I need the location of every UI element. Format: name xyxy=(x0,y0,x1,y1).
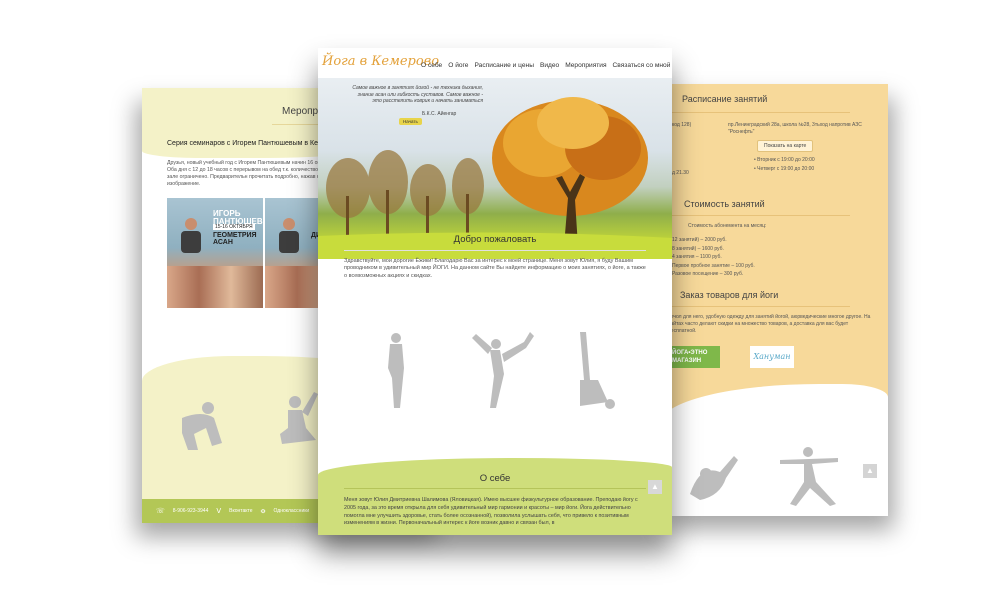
hanuman-shop-logo[interactable]: Хануман xyxy=(750,346,794,368)
price-item: Разовое посещение – 300 руб. xyxy=(672,271,744,277)
address-text: пр.Ленинградский 28а, школа №28, 3тьход … xyxy=(728,122,862,135)
start-button[interactable]: Начать xyxy=(399,118,422,125)
cost-heading: Стоимость абонемента на месяц: xyxy=(688,223,767,229)
time-fragment: д 21.30 xyxy=(672,170,689,176)
schedule-item: • Четверг с 19:00 до 20:00 xyxy=(754,166,815,172)
menu-item-schedule[interactable]: Расписание и цены xyxy=(474,62,533,69)
section-title-shop: Заказ товаров для йоги xyxy=(680,290,779,300)
center-page-preview: Йога в Кемерово О себе О йоге Расписание… xyxy=(318,48,672,535)
seminar-description: Друзья, новый учебный год с Игорем Пантю… xyxy=(167,160,336,187)
footer-ok-link[interactable]: Одноклассники xyxy=(274,508,310,514)
poster-subject: ГЕОМЕТРИЯ АСАН xyxy=(213,232,257,246)
main-menu: О себе О йоге Расписание и цены Видео Ме… xyxy=(421,62,670,69)
yoga-pose-crow-icon xyxy=(182,402,222,450)
address-fragment: код 128) xyxy=(672,122,692,128)
divider xyxy=(660,112,850,113)
shop-description: нечол для него, удобную одежду для занят… xyxy=(668,314,871,334)
teacher-photo-icon xyxy=(181,218,201,253)
divider xyxy=(344,250,646,251)
welcome-text: Здравствуйте, мои дорогие Ёжики! Благода… xyxy=(344,258,646,279)
section-title-cost: Стоимость занятий xyxy=(684,199,765,209)
footer-vk-link[interactable]: Вконтакте xyxy=(229,508,252,514)
price-item: 8 занятий) – 1600 руб. xyxy=(672,245,724,252)
menu-item-about-yoga[interactable]: О йоге xyxy=(448,62,468,69)
section-title-schedule: Расписание занятий xyxy=(682,94,768,104)
menu-item-events[interactable]: Мероприятия xyxy=(565,62,606,69)
teacher-photo-icon xyxy=(279,218,299,253)
divider xyxy=(344,488,646,489)
about-text: Меня зовут Юлия Дмитриевна Шалимова (Яло… xyxy=(344,497,638,527)
hero-banner: Самое важное в занятиях йогой - не техни… xyxy=(318,78,672,259)
right-page-preview: Расписание занятий код 128) пр.Ленинград… xyxy=(660,84,888,516)
autumn-tree-photo xyxy=(318,97,672,259)
yoga-pose-dancer-icon xyxy=(472,332,534,408)
welcome-title: Добро пожаловать xyxy=(453,234,537,245)
schedule-item: • Вторник с 19:00 до 20:00 xyxy=(754,157,815,163)
yoga-pose-standing-icon xyxy=(388,333,404,408)
menu-item-about-me[interactable]: О себе xyxy=(421,62,442,69)
menu-item-contact[interactable]: Связаться со мной xyxy=(613,62,671,69)
ok-icon[interactable]: ꝋ xyxy=(261,507,266,515)
divider xyxy=(660,306,850,307)
yoga-pose-seated-icon xyxy=(280,392,318,444)
hero-quote: Самое важное в занятиях йогой - не техни… xyxy=(352,85,483,104)
price-list: 12 занятий) – 2000 руб. 8 занятий) – 160… xyxy=(672,236,755,279)
scroll-top-button[interactable]: ▲ xyxy=(648,480,662,494)
divider xyxy=(660,215,850,216)
about-title: О себе xyxy=(479,473,511,484)
yoga-silhouettes xyxy=(388,332,615,409)
poster-group-photo xyxy=(167,266,263,308)
price-item: 4 занятия – 1100 руб. xyxy=(672,254,722,260)
footer-phone[interactable]: 8-906-923-3944 xyxy=(173,508,209,514)
price-item: 12 занятий) – 2000 руб. xyxy=(672,237,727,243)
yoga-pose-shoulderstand-icon xyxy=(580,332,615,409)
price-item: Первое пробное занятие – 100 руб. xyxy=(672,262,755,269)
poster-dates: 15-16 ОКТЯБРЯ xyxy=(213,224,255,230)
yoga-pose-bow-icon xyxy=(690,456,738,500)
phone-icon: ☏ xyxy=(156,508,165,515)
vk-icon[interactable]: ᐯ xyxy=(216,507,221,515)
menu-item-video[interactable]: Видео xyxy=(540,62,559,69)
yoga-pose-warrior-icon xyxy=(780,447,838,506)
schedule-list: • Вторник с 19:00 до 20:00 • Четверг с 1… xyxy=(754,156,815,174)
seminar-heading[interactable]: Серия семинаров с Игорем Пантюшевым в Ке… xyxy=(167,140,331,147)
yoga-silhouettes xyxy=(690,447,838,506)
hero-quote-author: Б.К.С. Айенгар xyxy=(422,111,457,117)
scroll-top-button[interactable]: ▲ xyxy=(863,464,877,478)
seminar-poster-image[interactable]: ИГОРЬ ПАНТЮШЕВ 15-16 ОКТЯБРЯ ГЕОМЕТРИЯ А… xyxy=(167,198,263,308)
yoga-ethno-shop-logo[interactable]: ЙОГА•ЭТНО МАГАЗИН xyxy=(668,346,720,368)
show-on-map-button[interactable]: Показать на карте xyxy=(757,140,814,152)
